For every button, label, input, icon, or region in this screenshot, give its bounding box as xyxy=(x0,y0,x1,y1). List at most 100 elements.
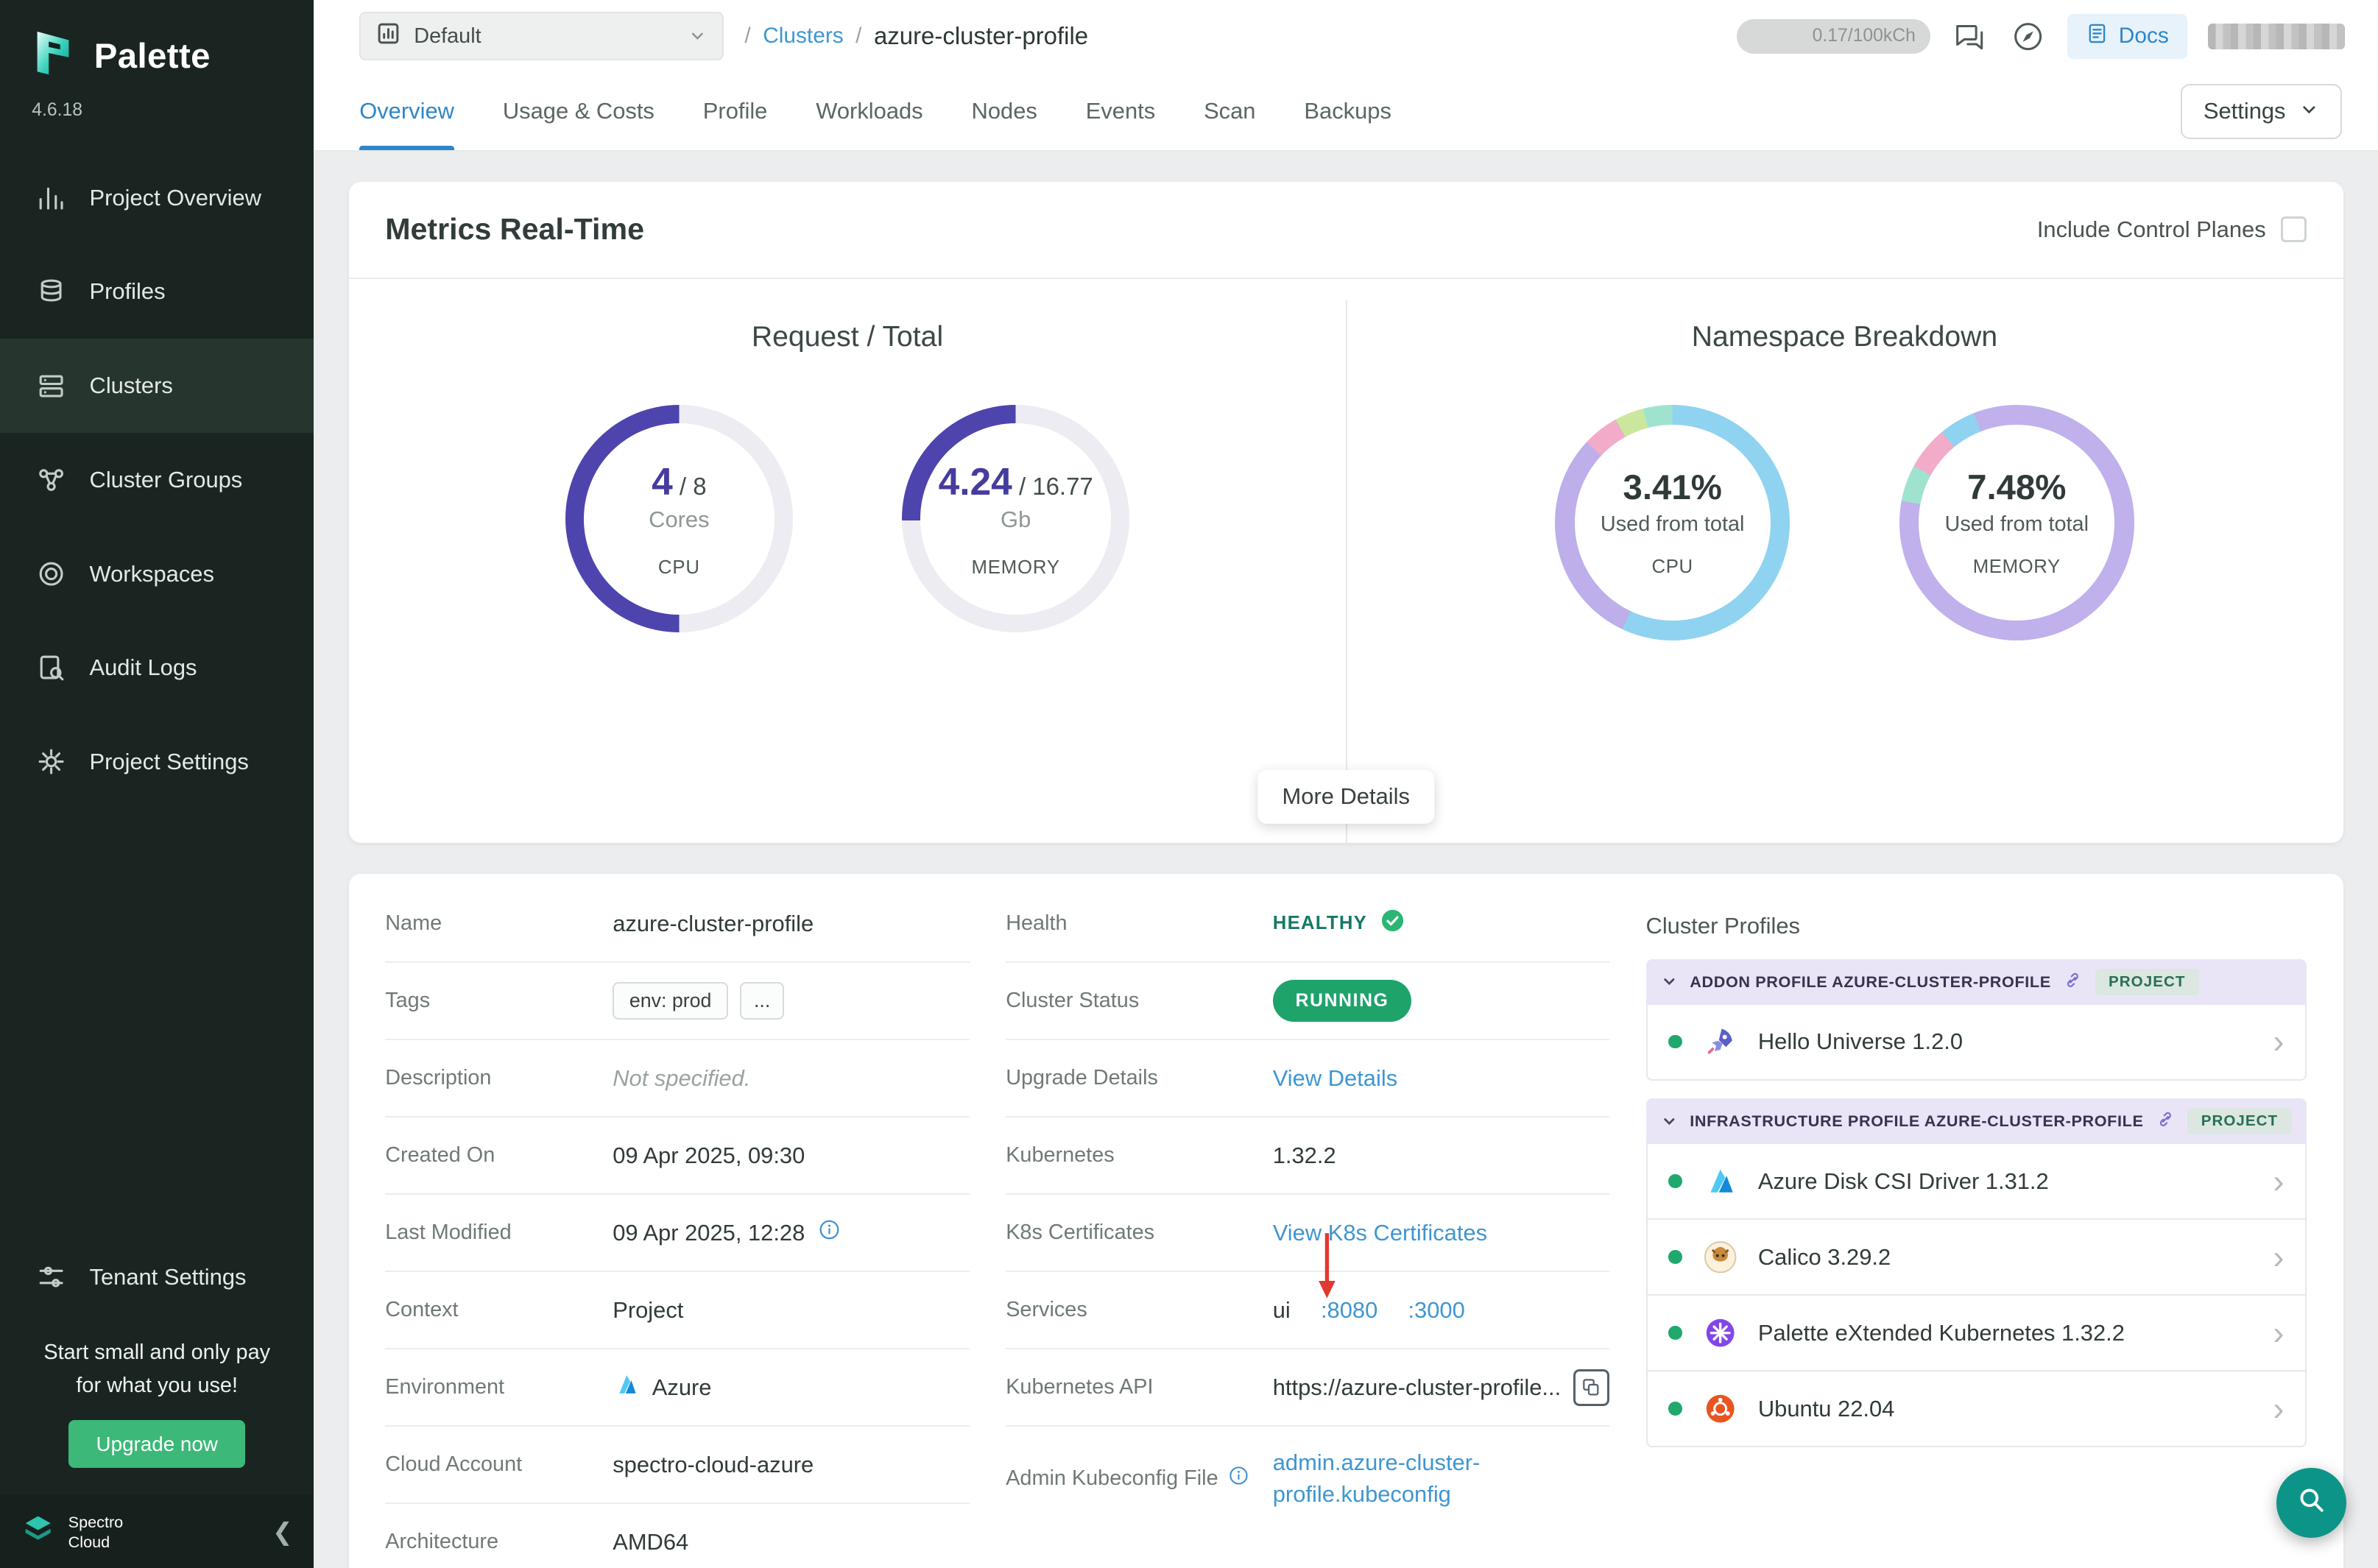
view-details-link[interactable]: View Details xyxy=(1273,1065,1397,1092)
field-environment-row: Environment Azure xyxy=(385,1349,970,1427)
field-description-row: Description Not specified. xyxy=(385,1040,970,1117)
field-upgrade-details-row: Upgrade Details View Details xyxy=(1006,1040,1609,1117)
spectro-cloud-logo-icon xyxy=(21,1512,54,1551)
breadcrumb: / Clusters / azure-cluster-profile xyxy=(744,22,1088,50)
upgrade-promo-text: Start small and only pay for what you us… xyxy=(0,1324,314,1421)
addon-profile-header[interactable]: ADDON PROFILE AZURE-CLUSTER-PROFILE PROJ… xyxy=(1646,959,2307,1005)
layers-stack-icon xyxy=(36,277,66,307)
sidebar-item-label: Cluster Groups xyxy=(90,467,243,493)
chat-icon[interactable] xyxy=(1952,18,1988,54)
profile-item-calico[interactable]: Calico 3.29.2 › xyxy=(1646,1220,2307,1296)
target-rings-icon xyxy=(36,559,66,589)
profile-item-hello-universe[interactable]: Hello Universe 1.2.0 › xyxy=(1646,1005,2307,1081)
tab-events[interactable]: Events xyxy=(1086,73,1155,150)
view-k8s-certificates-link[interactable]: View K8s Certificates xyxy=(1273,1220,1487,1246)
infrastructure-profile-group: INFRASTRUCTURE PROFILE AZURE-CLUSTER-PRO… xyxy=(1646,1098,2307,1447)
info-icon[interactable] xyxy=(817,1218,842,1248)
status-dot-green xyxy=(1668,1174,1682,1188)
settings-dropdown-button[interactable]: Settings xyxy=(2181,84,2342,138)
include-control-planes-checkbox[interactable] xyxy=(2281,216,2307,242)
admin-kubeconfig-link[interactable]: admin.azure-cluster- profile.kubeconfig xyxy=(1273,1447,1481,1511)
service-port-8080-link[interactable]: :8080 xyxy=(1321,1297,1377,1324)
details-left-column: Name azure-cluster-profile Tags env: pro… xyxy=(385,874,970,1568)
sidebar-item-project-overview[interactable]: Project Overview xyxy=(0,151,314,245)
floating-search-button[interactable] xyxy=(2276,1468,2346,1538)
field-context-row: Context Project xyxy=(385,1272,970,1349)
cluster-profiles-title: Cluster Profiles xyxy=(1646,913,2307,939)
sidebar-item-label: Profiles xyxy=(90,278,166,305)
sidebar: Palette 4.6.18 Project Overview Profiles… xyxy=(0,0,314,1568)
page-content: Metrics Real-Time Include Control Planes… xyxy=(314,152,2378,1568)
sidebar-item-label: Clusters xyxy=(90,372,173,399)
sidebar-item-profiles[interactable]: Profiles xyxy=(0,245,314,339)
user-name-redacted[interactable] xyxy=(2208,24,2344,49)
chevron-down-icon xyxy=(688,22,707,50)
sidebar-item-label: Workspaces xyxy=(90,561,214,587)
status-dot-green xyxy=(1668,1326,1682,1340)
service-port-3000-link[interactable]: :3000 xyxy=(1408,1297,1464,1324)
tab-overview[interactable]: Overview xyxy=(359,73,454,150)
bar-chart-icon xyxy=(36,183,66,213)
profile-item-palette-extended-k8s[interactable]: Palette eXtended Kubernetes 1.32.2 › xyxy=(1646,1296,2307,1371)
project-selector[interactable]: Default xyxy=(359,12,723,60)
tab-scan[interactable]: Scan xyxy=(1204,73,1255,150)
docs-button[interactable]: Docs xyxy=(2067,14,2187,60)
details-middle-column: Health HEALTHY Cluster Status RUNNING Up… xyxy=(1006,874,1609,1568)
field-tags-row: Tags env: prod ... xyxy=(385,963,970,1040)
chevron-right-icon: › xyxy=(2273,1025,2284,1058)
breadcrumb-clusters-link[interactable]: Clusters xyxy=(763,24,844,49)
field-created-on-row: Created On 09 Apr 2025, 09:30 xyxy=(385,1117,970,1195)
chevron-right-icon: › xyxy=(2273,1316,2284,1349)
memory-request-gauge: 4.24 / 16.77 Gb MEMORY xyxy=(902,405,1129,632)
sidebar-item-cluster-groups[interactable]: Cluster Groups xyxy=(0,433,314,527)
profile-item-azure-disk-csi[interactable]: Azure Disk CSI Driver 1.31.2 › xyxy=(1646,1144,2307,1220)
topbar: Default / Clusters / azure-cluster-profi… xyxy=(314,0,2378,73)
field-k8s-certificates-row: K8s Certificates View K8s Certificates xyxy=(1006,1195,1609,1272)
project-chart-icon xyxy=(376,21,401,52)
link-icon[interactable] xyxy=(2156,1107,2176,1135)
metrics-card: Metrics Real-Time Include Control Planes… xyxy=(349,182,2343,843)
docs-label: Docs xyxy=(2119,24,2169,49)
upgrade-now-button[interactable]: Upgrade now xyxy=(68,1420,245,1468)
azure-icon xyxy=(1701,1162,1740,1201)
ubuntu-icon xyxy=(1701,1389,1740,1429)
tab-usage-costs[interactable]: Usage & Costs xyxy=(503,73,655,150)
chevron-right-icon: › xyxy=(2273,1392,2284,1425)
copy-api-url-button[interactable] xyxy=(1573,1369,1609,1405)
chevron-down-icon xyxy=(1661,1107,1678,1135)
profile-item-ubuntu[interactable]: Ubuntu 22.04 › xyxy=(1646,1371,2307,1447)
audit-log-icon xyxy=(36,653,66,683)
sidebar-item-project-settings[interactable]: Project Settings xyxy=(0,715,314,809)
chevron-right-icon: › xyxy=(2273,1165,2284,1198)
compass-icon[interactable] xyxy=(2010,18,2046,54)
more-details-button[interactable]: More Details xyxy=(1258,770,1434,824)
namespace-breakdown-section: Namespace Breakdown 3.41% Used from tota… xyxy=(1346,279,2343,844)
metrics-title: Metrics Real-Time xyxy=(385,212,644,247)
tag-more-chip[interactable]: ... xyxy=(740,982,783,1020)
status-dot-green xyxy=(1668,1035,1682,1049)
status-dot-green xyxy=(1668,1250,1682,1264)
cluster-tabs: Overview Usage & Costs Profile Workloads… xyxy=(314,73,2378,152)
infrastructure-profile-header[interactable]: INFRASTRUCTURE PROFILE AZURE-CLUSTER-PRO… xyxy=(1646,1098,2307,1144)
tab-backups[interactable]: Backups xyxy=(1304,73,1391,150)
info-icon[interactable] xyxy=(1227,1464,1250,1493)
field-services-row: Services ui :8080 :3000 xyxy=(1006,1272,1609,1349)
gear-icon xyxy=(36,746,66,777)
request-total-title: Request / Total xyxy=(752,321,943,353)
link-icon[interactable] xyxy=(2063,968,2083,996)
sidebar-footer: Spectro Cloud ❮ xyxy=(0,1495,314,1568)
sidebar-item-workspaces[interactable]: Workspaces xyxy=(0,527,314,621)
cluster-profiles-column: Cluster Profiles ADDON PROFILE AZURE-CLU… xyxy=(1646,874,2307,1568)
sidebar-item-tenant-settings[interactable]: Tenant Settings xyxy=(0,1230,314,1324)
search-icon xyxy=(2295,1483,2328,1522)
tag-chip[interactable]: env: prod xyxy=(613,982,728,1020)
tab-profile[interactable]: Profile xyxy=(703,73,768,150)
include-control-planes-label: Include Control Planes xyxy=(2037,216,2266,243)
tab-workloads[interactable]: Workloads xyxy=(816,73,922,150)
sidebar-item-clusters[interactable]: Clusters xyxy=(0,339,314,433)
rocket-icon xyxy=(1701,1022,1740,1062)
sidebar-item-audit-logs[interactable]: Audit Logs xyxy=(0,621,314,715)
tab-nodes[interactable]: Nodes xyxy=(972,73,1037,150)
sidebar-collapse-chevron-icon[interactable]: ❮ xyxy=(272,1517,293,1546)
memory-namespace-donut: 7.48% Used from total MEMORY xyxy=(1899,405,2134,640)
